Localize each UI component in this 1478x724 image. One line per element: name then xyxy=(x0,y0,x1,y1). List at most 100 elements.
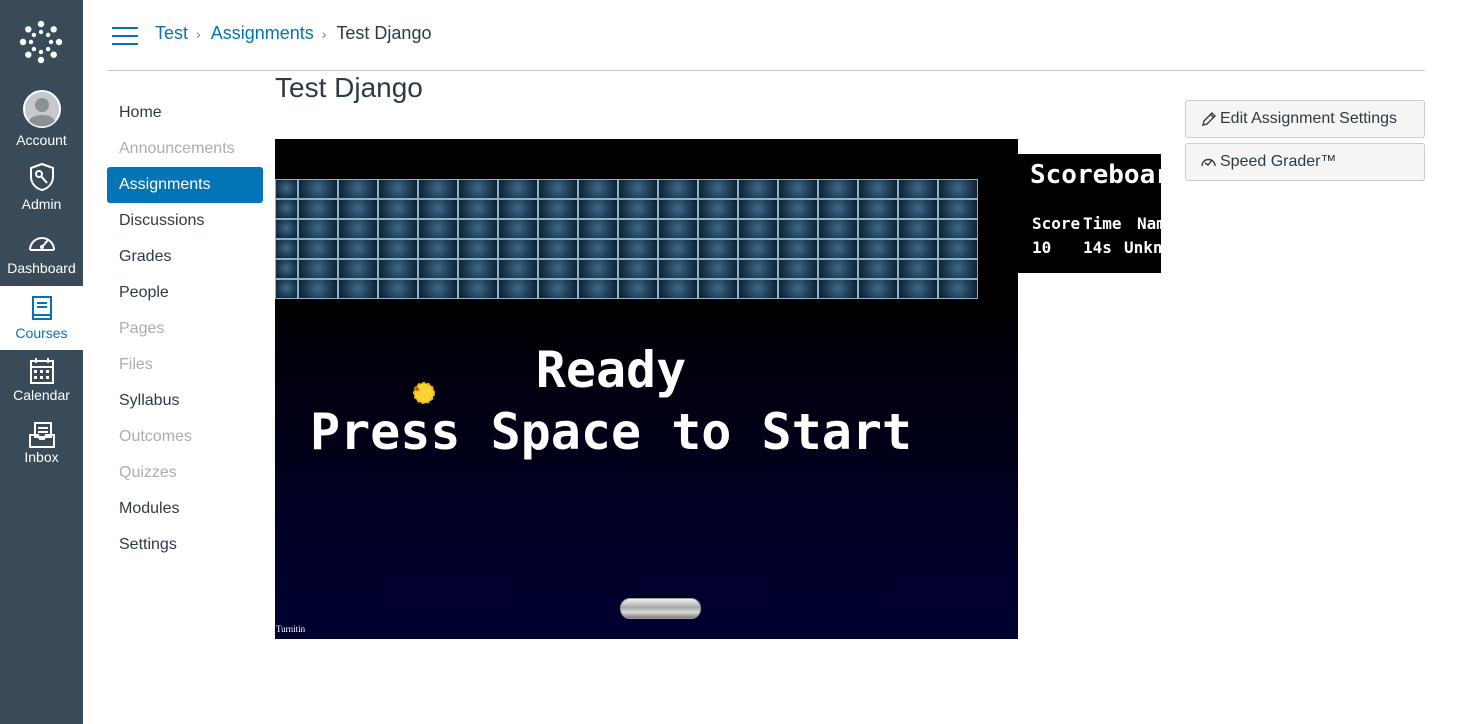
game-brick xyxy=(738,199,778,219)
page-title: Test Django xyxy=(275,72,423,103)
game-brick xyxy=(778,239,818,259)
game-brick xyxy=(458,179,498,199)
course-nav-grades[interactable]: Grades xyxy=(107,239,263,275)
game-brick xyxy=(378,199,418,219)
game-brick xyxy=(938,219,978,239)
global-nav-label: Courses xyxy=(15,325,68,341)
speed-grader-button[interactable]: Speed Grader™ xyxy=(1185,143,1425,181)
game-brick xyxy=(858,239,898,259)
edit-assignment-settings-button[interactable]: Edit Assignment Settings xyxy=(1185,100,1425,138)
turnitin-label: Turnitin xyxy=(276,624,306,634)
game-brick xyxy=(378,239,418,259)
game-brick xyxy=(858,259,898,279)
course-nav-files[interactable]: Files xyxy=(107,347,263,383)
dashboard-gauge-icon xyxy=(28,237,55,251)
scoreboard-title: Scoreboard xyxy=(1030,160,1161,190)
game-brick xyxy=(378,219,418,239)
game-brick xyxy=(698,219,738,239)
game-brick xyxy=(898,259,938,279)
game-brick xyxy=(618,239,658,259)
game-brick xyxy=(498,179,538,199)
game-brick xyxy=(818,219,858,239)
global-nav-dashboard[interactable]: Dashboard xyxy=(0,230,83,284)
global-nav-account[interactable]: Account xyxy=(0,90,83,150)
game-brick xyxy=(738,259,778,279)
game-brick xyxy=(275,179,298,199)
hamburger-menu-icon[interactable] xyxy=(112,26,138,46)
game-brick xyxy=(898,239,938,259)
pencil-icon xyxy=(1202,111,1216,126)
course-nav-pages[interactable]: Pages xyxy=(107,311,263,347)
course-nav-quizzes[interactable]: Quizzes xyxy=(107,455,263,491)
game-brick xyxy=(818,279,858,299)
course-nav-syllabus[interactable]: Syllabus xyxy=(107,383,263,419)
course-nav-announcements[interactable]: Announcements xyxy=(107,131,263,167)
game-brick xyxy=(698,279,738,299)
course-nav-assignments[interactable]: Assignments xyxy=(107,167,263,203)
game-brick xyxy=(578,259,618,279)
global-nav-label: Dashboard xyxy=(7,260,76,276)
game-brick xyxy=(658,219,698,239)
course-nav-modules[interactable]: Modules xyxy=(107,491,263,527)
edit-assignment-settings-label: Edit Assignment Settings xyxy=(1220,110,1397,127)
breadcrumb-current: Test Django xyxy=(336,23,432,43)
course-nav-discussions[interactable]: Discussions xyxy=(107,203,263,239)
course-nav-people[interactable]: People xyxy=(107,275,263,311)
game-brick xyxy=(338,219,378,239)
course-nav-home[interactable]: Home xyxy=(107,95,263,131)
global-nav-courses[interactable]: Courses xyxy=(0,286,83,350)
game-brick xyxy=(275,279,298,299)
game-brick xyxy=(275,199,298,219)
game-brick xyxy=(898,279,938,299)
game-brick xyxy=(618,179,658,199)
game-brick xyxy=(778,279,818,299)
global-nav-admin[interactable]: Admin xyxy=(0,162,83,218)
breakout-game-canvas[interactable]: Ready Press Space to Start Turnitin xyxy=(275,139,1018,639)
game-brick xyxy=(938,259,978,279)
scoreboard-value-score: 10 xyxy=(1032,238,1052,257)
game-brick xyxy=(538,279,578,299)
game-brick xyxy=(298,179,338,199)
global-nav-label: Admin xyxy=(21,196,62,212)
game-brick xyxy=(898,219,938,239)
game-brick xyxy=(418,219,458,239)
game-brick xyxy=(938,279,978,299)
game-brick xyxy=(498,279,538,299)
game-brick xyxy=(338,199,378,219)
breadcrumb-separator: › xyxy=(196,26,201,42)
game-message: Ready Press Space to Start xyxy=(275,339,947,463)
game-brick xyxy=(458,259,498,279)
game-brick xyxy=(698,259,738,279)
game-brick xyxy=(498,219,538,239)
game-brick xyxy=(538,199,578,219)
game-brick xyxy=(618,279,658,299)
game-brick xyxy=(618,259,658,279)
global-nav-calendar[interactable]: Calendar xyxy=(0,357,83,413)
game-brick xyxy=(578,239,618,259)
game-brick xyxy=(658,199,698,219)
game-brick xyxy=(778,219,818,239)
game-brick xyxy=(298,219,338,239)
canvas-logo-icon[interactable] xyxy=(19,20,63,64)
game-brick xyxy=(818,179,858,199)
game-brick xyxy=(418,239,458,259)
game-brick xyxy=(498,259,538,279)
game-brick xyxy=(738,179,778,199)
game-message-ready: Ready xyxy=(535,341,687,399)
game-brick xyxy=(738,279,778,299)
game-brick xyxy=(898,179,938,199)
game-brick xyxy=(298,239,338,259)
game-brick xyxy=(298,279,338,299)
game-brick xyxy=(498,199,538,219)
game-brick xyxy=(538,179,578,199)
course-nav-outcomes[interactable]: Outcomes xyxy=(107,419,263,455)
game-brick xyxy=(578,279,618,299)
game-message-press-space: Press Space to Start xyxy=(309,403,913,461)
breadcrumb-link-assignments[interactable]: Assignments xyxy=(211,23,314,43)
course-nav-settings[interactable]: Settings xyxy=(107,527,263,563)
breadcrumb-link-course[interactable]: Test xyxy=(155,23,188,43)
game-brick xyxy=(778,199,818,219)
global-nav-inbox[interactable]: Inbox xyxy=(0,421,83,477)
brick-wall xyxy=(275,179,978,299)
game-brick xyxy=(858,199,898,219)
